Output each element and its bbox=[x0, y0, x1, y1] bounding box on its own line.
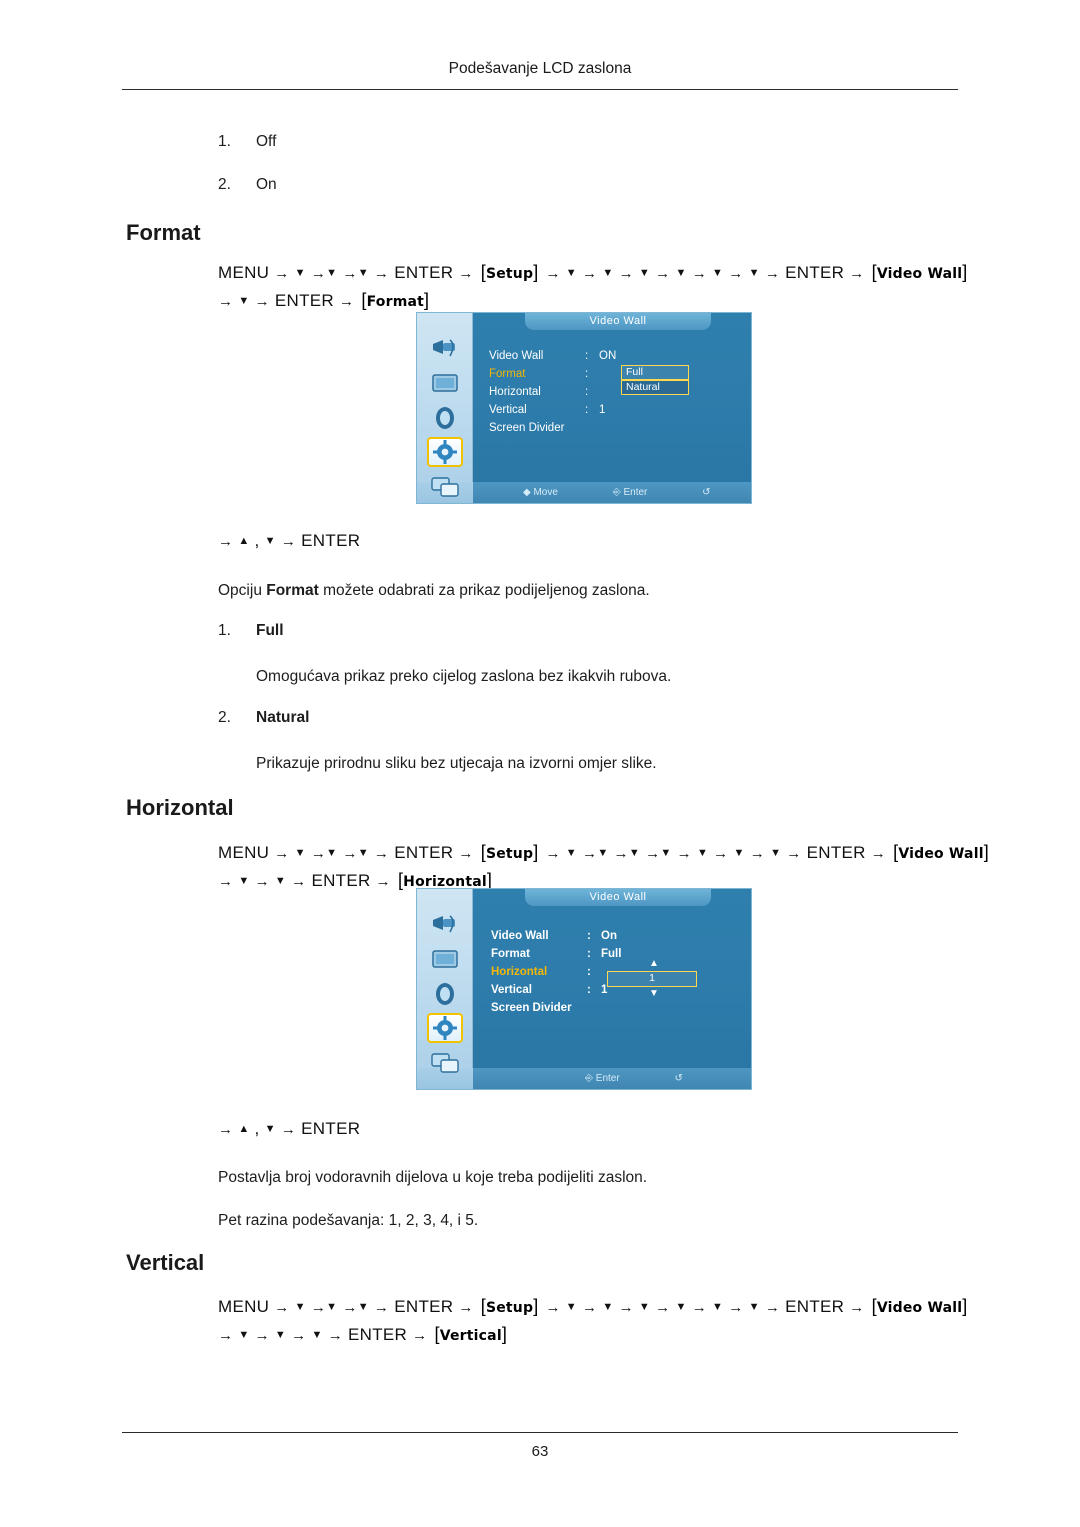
format-description: Opciju Format možete odabrati za prikaz … bbox=[218, 578, 978, 604]
menu-path-vertical-line1: MENU → ▼ →▼ →▼ → ENTER → Setup → ▼ → ▼ →… bbox=[218, 1296, 969, 1317]
chip-video-wall: Video Wall bbox=[870, 262, 970, 283]
footer-divider bbox=[122, 1432, 958, 1433]
format-description-suffix: možete odabrati za prikaz podijeljenog z… bbox=[318, 582, 650, 599]
list-item-number: 1. bbox=[218, 622, 231, 639]
chip-setup: Setup bbox=[479, 842, 541, 863]
osd-rows: Video Wall: On Format: Full Horizontal: Ve… bbox=[491, 927, 621, 1017]
osd-row-label: Video Wall bbox=[489, 350, 544, 362]
chip-format: Format bbox=[359, 290, 431, 311]
chip-video-wall: Video Wall bbox=[870, 1296, 970, 1317]
key-hint-horizontal: → ▲ , ▼ → ENTER bbox=[218, 1119, 361, 1138]
osd-row: Vertical:1 bbox=[489, 401, 616, 419]
list-item-number: 2. bbox=[218, 176, 231, 193]
osd-rows: Video Wall: ON Format: Horizontal: Vertic… bbox=[489, 347, 616, 437]
osd-row: Horizontal: bbox=[491, 963, 621, 981]
section-heading-horizontal: Horizontal bbox=[126, 795, 234, 820]
header-divider bbox=[122, 89, 958, 90]
picture-icon bbox=[427, 335, 463, 365]
menu-path-format-line1: MENU → ▼ →▼ →▼ → ENTER → Setup → ▼ → ▼ →… bbox=[218, 262, 969, 283]
osd-row-label: Video Wall bbox=[491, 930, 549, 942]
osd-screenshot-horizontal: Video Wall Video Wall: On Format: Full Hor… bbox=[416, 888, 752, 1090]
osd-option-label: Natural bbox=[626, 381, 660, 393]
chip-vertical: Vertical bbox=[433, 1324, 510, 1345]
page-number: 63 bbox=[531, 1443, 549, 1460]
page-header: Podešavanje LCD zaslona bbox=[448, 60, 632, 77]
osd-option-natural: Natural bbox=[621, 380, 689, 395]
chip-video-wall: Video Wall bbox=[891, 842, 991, 863]
osd-row-value: ON bbox=[599, 350, 617, 362]
osd-row-label: Format bbox=[489, 368, 526, 380]
osd-footer-return: ↺ Return bbox=[702, 487, 711, 498]
spinner-down-icon: ▼ bbox=[649, 988, 659, 999]
osd-title: Video Wall bbox=[525, 313, 711, 330]
osd-row-label: Vertical bbox=[491, 984, 532, 996]
osd-value-horizontal: 1 bbox=[607, 971, 697, 987]
osd-footer-enter: ⎆ Enter bbox=[585, 1073, 620, 1084]
osd-row-label: Screen Divider bbox=[489, 422, 565, 434]
list-item: 2. On bbox=[218, 176, 277, 194]
osd-footer: ◆ Move ⎆ Enter ↺ Return bbox=[473, 482, 751, 503]
osd-title: Video Wall bbox=[525, 889, 711, 906]
osd-row: Video Wall: On bbox=[491, 927, 621, 945]
key-hint-format: → ▲ , ▼ → ENTER bbox=[218, 531, 361, 550]
list-item-number: 1. bbox=[218, 133, 231, 150]
osd-row: Screen Divider bbox=[491, 999, 621, 1017]
osd-row-label: Horizontal bbox=[489, 386, 541, 398]
spinner-up-icon: ▲ bbox=[649, 958, 659, 969]
chip-setup: Setup bbox=[479, 262, 541, 283]
sound-icon bbox=[427, 403, 463, 433]
osd-row-label: Screen Divider bbox=[491, 1002, 572, 1014]
osd-row: Horizontal: bbox=[489, 383, 616, 401]
osd-row-value: Full bbox=[601, 948, 622, 960]
osd-screenshot-format: Video Wall Video Wall: ON Format: Horizon… bbox=[416, 312, 752, 504]
multi-control-icon bbox=[427, 471, 463, 501]
list-item-label: Full bbox=[256, 622, 284, 639]
horizontal-description-2: Pet razina podešavanja: 1, 2, 3, 4, i 5. bbox=[218, 1212, 479, 1229]
osd-row: Format: Full bbox=[491, 945, 621, 963]
osd-row: Screen Divider bbox=[489, 419, 616, 437]
list-item: 1. Full bbox=[218, 622, 284, 640]
menu-path-vertical-line2: → ▼ → ▼ → ▼ → ENTER → Vertical bbox=[218, 1324, 509, 1345]
osd-footer-return: ↺ Return bbox=[674, 1073, 683, 1084]
setup-icon bbox=[427, 437, 463, 467]
osd-value-label: 1 bbox=[649, 972, 655, 984]
multi-control-icon bbox=[427, 1047, 463, 1077]
osd-row-label: Format bbox=[491, 948, 530, 960]
sound-icon bbox=[427, 979, 463, 1009]
osd-option-label: Full bbox=[626, 366, 643, 378]
osd-row-value: 1 bbox=[599, 404, 606, 416]
osd-row-label: Vertical bbox=[489, 404, 527, 416]
osd-row: Format: bbox=[489, 365, 616, 383]
horizontal-description-1: Postavlja broj vodoravnih dijelova u koj… bbox=[218, 1169, 648, 1186]
chip-setup: Setup bbox=[479, 1296, 541, 1317]
format-description-prefix: Opciju bbox=[218, 582, 267, 599]
osd-row: Video Wall: ON bbox=[489, 347, 616, 365]
section-heading-format: Format bbox=[126, 220, 201, 245]
osd-footer: ⎆ Enter ↺ Return bbox=[473, 1068, 751, 1089]
document-page: Podešavanje LCD zaslona 1. Off 2. On Forma… bbox=[0, 0, 1080, 1527]
osd-row-label: Horizontal bbox=[491, 966, 548, 978]
osd-footer-move: ◆ Move bbox=[523, 487, 558, 498]
format-description-bold: Format bbox=[266, 582, 319, 599]
list-item-number: 2. bbox=[218, 709, 231, 726]
section-heading-vertical: Vertical bbox=[126, 1250, 205, 1275]
osd-footer-enter: ⎆ Enter bbox=[612, 487, 648, 498]
list-item: 2. Natural bbox=[218, 709, 309, 727]
osd-option-full: Full bbox=[621, 365, 689, 380]
list-item-label: Natural bbox=[256, 709, 310, 726]
menu-path-format-line2: → ▼ → ENTER → Format bbox=[218, 290, 431, 311]
display-icon bbox=[427, 369, 463, 399]
list-item-label: On bbox=[256, 176, 277, 193]
format-full-description: Omogućava prikaz preko cijelog zaslona b… bbox=[256, 668, 672, 685]
list-item: 1. Off bbox=[218, 133, 276, 151]
format-natural-description: Prikazuje prirodnu sliku bez utjecaja na… bbox=[256, 755, 657, 772]
setup-icon bbox=[427, 1013, 463, 1043]
picture-icon bbox=[427, 911, 463, 941]
list-item-label: Off bbox=[256, 133, 277, 150]
osd-row-value: On bbox=[601, 930, 617, 942]
osd-row: Vertical:1 bbox=[491, 981, 621, 999]
display-icon bbox=[427, 945, 463, 975]
menu-path-horizontal-line1: MENU → ▼ →▼ →▼ → ENTER → Setup → ▼ →▼ →▼… bbox=[218, 842, 991, 863]
